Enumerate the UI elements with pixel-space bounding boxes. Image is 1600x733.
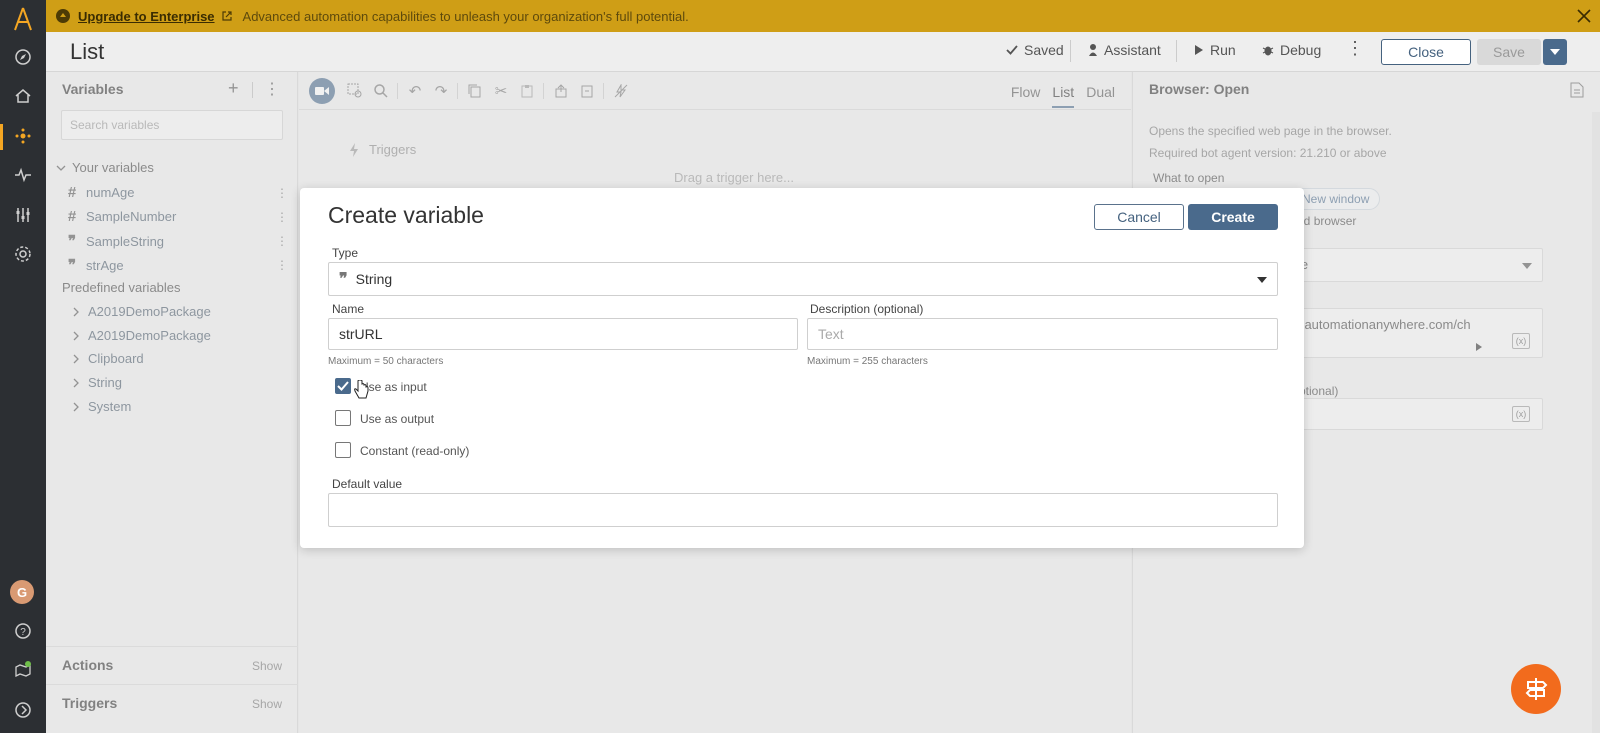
app-rail: G ? [0, 0, 46, 733]
run-label: Run [1210, 42, 1236, 58]
divider [1176, 40, 1177, 62]
name-input[interactable]: strURL [328, 318, 798, 350]
save-dropdown-icon[interactable] [1543, 39, 1567, 65]
external-link-icon[interactable] [221, 10, 233, 22]
create-variable-dialog: Create variable Cancel Create Type ❞ Str… [300, 188, 1304, 548]
play-icon [1195, 45, 1203, 55]
description-input[interactable]: Text [807, 318, 1278, 350]
default-value-label: Default value [332, 477, 403, 491]
debug-button[interactable]: Debug [1262, 42, 1321, 58]
dialog-title: Create variable [328, 202, 484, 228]
explore-icon[interactable] [11, 45, 35, 69]
save-button[interactable]: Save [1477, 39, 1541, 65]
check-icon [1006, 45, 1018, 55]
svg-text:?: ? [20, 627, 26, 638]
help-icon[interactable]: ? [11, 619, 35, 643]
activity-icon[interactable] [11, 163, 35, 187]
assistant-button[interactable]: Assistant [1088, 42, 1161, 58]
type-select[interactable]: ❞ String [328, 262, 1278, 296]
constant-checkbox[interactable] [335, 442, 351, 458]
chevron-down-icon [1257, 277, 1267, 283]
bug-icon [1262, 46, 1274, 56]
map-pin-icon[interactable] [11, 658, 35, 682]
close-banner-icon[interactable] [1574, 6, 1594, 26]
type-value: String [355, 271, 393, 287]
default-value-input[interactable] [328, 493, 1278, 527]
hand-cursor-icon [354, 380, 369, 399]
signpost-icon [1525, 678, 1548, 700]
create-button[interactable]: Create [1188, 204, 1278, 230]
settings-icon[interactable] [11, 242, 35, 266]
upgrade-link[interactable]: Upgrade to Enterprise [78, 9, 215, 24]
name-label: Name [332, 302, 365, 316]
check-icon [337, 381, 349, 391]
assistant-icon [1089, 44, 1097, 56]
home-icon[interactable] [11, 84, 35, 108]
divider [1070, 40, 1071, 62]
close-button[interactable]: Close [1381, 39, 1471, 65]
saved-status: Saved [1006, 42, 1064, 58]
automation-icon[interactable] [11, 124, 35, 148]
description-label: Description (optional) [810, 302, 924, 316]
manage-icon[interactable] [11, 203, 35, 227]
cancel-button[interactable]: Cancel [1094, 204, 1184, 230]
editor-header: List Saved Assistant Run Debug ⋮ Close S… [46, 32, 1600, 72]
assistant-label: Assistant [1104, 42, 1161, 58]
name-hint: Maximum = 50 characters [328, 356, 444, 367]
page-title: List [70, 39, 105, 64]
use-as-input-label[interactable]: Use as input [360, 380, 427, 394]
use-as-output-label[interactable]: Use as output [360, 412, 434, 426]
upgrade-banner: Upgrade to Enterprise Advanced automatio… [46, 0, 1600, 32]
debug-label: Debug [1280, 42, 1322, 58]
expand-rail-icon[interactable] [11, 698, 35, 722]
help-guide-button[interactable] [1511, 664, 1561, 714]
upgrade-arrow-icon [56, 9, 70, 23]
string-type-icon: ❞ [339, 271, 348, 288]
type-label: Type [332, 246, 359, 260]
more-options-icon[interactable]: ⋮ [1346, 38, 1364, 59]
description-hint: Maximum = 255 characters [807, 356, 928, 367]
rail-active-indicator [0, 124, 3, 150]
use-as-output-checkbox[interactable] [335, 410, 351, 426]
banner-message: Advanced automation capabilities to unle… [242, 8, 689, 24]
avatar[interactable]: G [10, 580, 34, 604]
use-as-input-checkbox[interactable] [335, 378, 351, 394]
run-button[interactable]: Run [1194, 42, 1236, 58]
constant-label[interactable]: Constant (read-only) [360, 444, 469, 458]
logo-icon[interactable] [12, 6, 34, 32]
saved-label: Saved [1024, 42, 1064, 58]
